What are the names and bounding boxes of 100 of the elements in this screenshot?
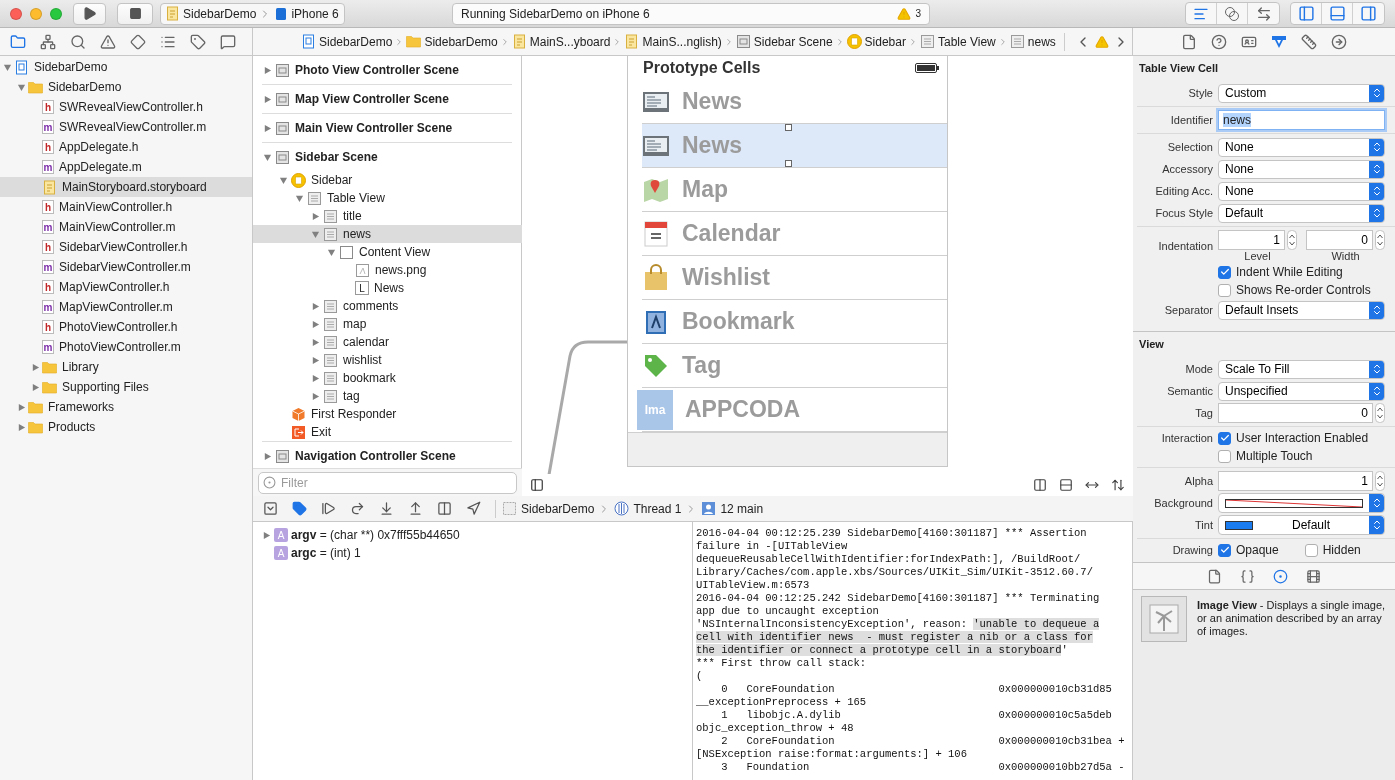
hide-debug-icon[interactable] — [263, 501, 278, 516]
number-field[interactable]: 0 — [1218, 403, 1373, 423]
disclosure-triangle[interactable] — [16, 402, 26, 412]
popup-button[interactable]: Default Insets — [1218, 300, 1385, 320]
scene-row[interactable]: Photo View Controller Scene — [253, 56, 512, 84]
braces-icon[interactable] — [1240, 568, 1255, 584]
path-item[interactable]: Sidebar Scene — [735, 34, 833, 49]
speech-bubble-icon[interactable] — [220, 33, 236, 50]
outline-row[interactable]: tag — [253, 387, 522, 405]
tag-icon[interactable] — [190, 33, 206, 50]
checkbox-label[interactable]: User Interaction Enabled — [1236, 431, 1369, 445]
disclosure-triangle[interactable] — [310, 319, 320, 329]
navigator-row[interactable]: SidebarDemo — [0, 77, 252, 97]
navigator-row[interactable]: m SidebarViewController.m — [0, 257, 252, 277]
disclosure-triangle[interactable] — [310, 229, 320, 239]
path-item[interactable]: news — [1009, 34, 1056, 49]
diamond-icon[interactable] — [130, 33, 146, 50]
disclosure-triangle[interactable] — [310, 355, 320, 365]
disclosure-triangle[interactable] — [261, 530, 271, 540]
close-button[interactable] — [10, 7, 22, 20]
document-icon[interactable] — [1181, 33, 1197, 50]
stop-button[interactable] — [117, 2, 153, 25]
path-item[interactable]: Sidebar — [846, 34, 906, 49]
checkbox[interactable] — [1218, 265, 1231, 279]
stepper-icon[interactable] — [1375, 403, 1385, 423]
step-out-icon[interactable] — [408, 501, 423, 516]
navigator-row[interactable]: MainStoryboard.storyboard — [0, 177, 252, 197]
scene-row[interactable]: Main View Controller Scene — [253, 114, 512, 142]
sidebar-toggle-icon[interactable] — [530, 478, 544, 492]
popup-button[interactable]: None — [1218, 137, 1385, 157]
navigator-row[interactable]: Library — [0, 357, 252, 377]
variable-text[interactable]: argc = (int) 1 — [291, 546, 361, 560]
debug-path-item[interactable]: SidebarDemo — [502, 501, 595, 516]
circle-dot-icon[interactable] — [1273, 568, 1288, 584]
variable-text[interactable]: argv = (char **) 0x7fff55b44650 — [291, 528, 460, 542]
disclosure-triangle[interactable] — [262, 94, 272, 104]
popup-button[interactable]: Unspecified — [1218, 381, 1385, 401]
disclosure-triangle[interactable] — [262, 123, 272, 133]
checkbox-label[interactable]: Multiple Touch — [1236, 449, 1313, 463]
scene-row[interactable]: Sidebar Scene — [253, 143, 512, 171]
navigator-row[interactable]: m MapViewController.m — [0, 297, 252, 317]
run-button[interactable] — [73, 2, 106, 25]
path-item[interactable]: MainS...nglish) — [624, 34, 722, 49]
checkbox[interactable] — [1304, 543, 1318, 557]
checkbox[interactable] — [1218, 431, 1231, 445]
step-over-icon[interactable] — [350, 501, 365, 516]
popup-button[interactable]: None — [1218, 181, 1385, 201]
disclosure-triangle[interactable] — [262, 451, 272, 461]
disclosure-triangle[interactable] — [294, 193, 304, 203]
filter-field[interactable]: Filter — [258, 471, 517, 494]
stepper-icon[interactable] — [1375, 471, 1385, 491]
resize-handle[interactable] — [785, 124, 792, 131]
debug-path-item[interactable]: 12 main — [701, 501, 764, 516]
vertical-arrows-icon[interactable] — [1111, 478, 1125, 492]
text-field[interactable]: news — [1218, 110, 1385, 130]
path-item[interactable]: SidebarDemo — [406, 34, 498, 49]
checkbox-label[interactable]: Hidden — [1322, 543, 1361, 557]
outline-row[interactable]: L News — [253, 279, 522, 297]
popup-button[interactable]: Default — [1218, 203, 1385, 223]
hierarchy-icon[interactable] — [40, 33, 56, 50]
color-popup-button[interactable] — [1218, 493, 1385, 513]
disclosure-triangle[interactable] — [262, 65, 272, 75]
navigator-row[interactable]: h MainViewController.h — [0, 197, 252, 217]
disclosure-triangle[interactable] — [310, 211, 320, 221]
popup-button[interactable]: Scale To Fill — [1218, 359, 1385, 379]
outline-row[interactable]: Content View — [253, 243, 522, 261]
outline-row[interactable]: Exit — [253, 423, 522, 441]
navigator-row[interactable]: h PhotoViewController.h — [0, 317, 252, 337]
scene-row[interactable]: Map View Controller Scene — [253, 85, 512, 113]
location-icon[interactable] — [466, 501, 481, 516]
zoom-button[interactable] — [50, 7, 62, 20]
outline-row[interactable]: comments — [253, 297, 522, 315]
outline-row[interactable]: wishlist — [253, 351, 522, 369]
navigator-row[interactable]: h MapViewController.h — [0, 277, 252, 297]
view-debugger-icon[interactable] — [437, 501, 452, 516]
warning-icon[interactable] — [100, 33, 116, 50]
outline-row[interactable]: news — [253, 225, 522, 243]
disclosure-triangle[interactable] — [16, 422, 26, 432]
navigator-row[interactable]: SidebarDemo — [0, 57, 252, 77]
folder-icon[interactable] — [10, 33, 26, 50]
search-icon[interactable] — [70, 33, 86, 50]
disclosure-triangle[interactable] — [278, 175, 288, 185]
disclosure-triangle[interactable] — [262, 152, 272, 162]
navigator-row[interactable]: m MainViewController.m — [0, 217, 252, 237]
disclosure-triangle[interactable] — [30, 382, 40, 392]
number-field[interactable]: 0 — [1306, 230, 1373, 250]
navigator-row[interactable]: h SWRevealViewController.h — [0, 97, 252, 117]
navigator-row[interactable]: Frameworks — [0, 397, 252, 417]
navigator-row[interactable]: m PhotoViewController.m — [0, 337, 252, 357]
film-icon[interactable] — [1306, 568, 1321, 584]
checkbox-label[interactable]: Shows Re-order Controls — [1236, 283, 1371, 297]
disclosure-triangle[interactable] — [310, 337, 320, 347]
stepper-icon[interactable] — [1375, 230, 1385, 250]
disclosure-triangle[interactable] — [310, 373, 320, 383]
outline-row[interactable]: map — [253, 315, 522, 333]
path-item[interactable]: SidebarDemo — [301, 34, 393, 49]
navigator-row[interactable]: m AppDelegate.m — [0, 157, 252, 177]
step-into-icon[interactable] — [379, 501, 394, 516]
continue-icon[interactable] — [321, 501, 336, 516]
navigator-row[interactable]: h SidebarViewController.h — [0, 237, 252, 257]
